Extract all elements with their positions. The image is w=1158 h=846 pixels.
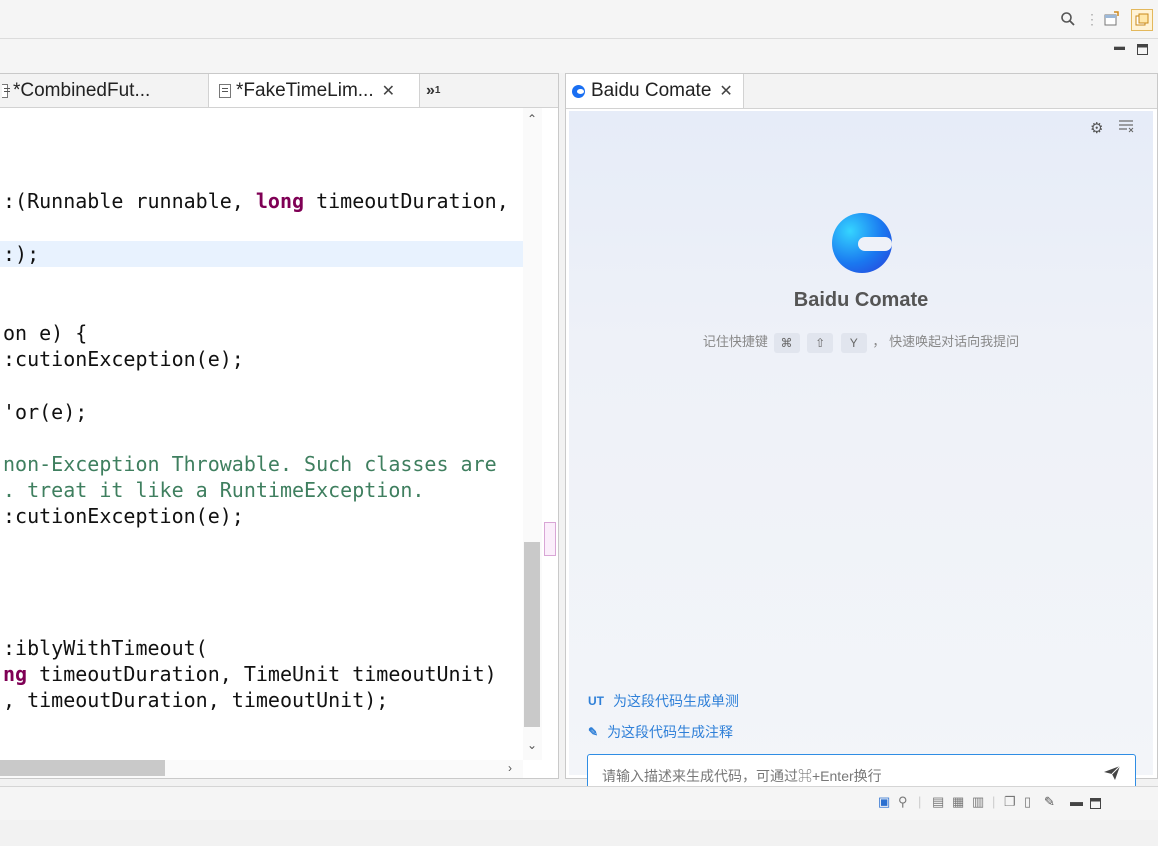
comate-chat-area: ⚙ Baidu Comate 记住快捷键 ⌘ ⇧ Y ， 快速唤起对话向我提问 … bbox=[569, 111, 1153, 796]
code-line: :(Runnable runnable, long timeoutDuratio… bbox=[3, 189, 509, 213]
code-line: :); bbox=[3, 242, 40, 266]
toolbar-separator: ⋮ bbox=[1085, 10, 1099, 27]
main-toolbar: ⋮ bbox=[0, 0, 1158, 39]
tab-overflow-button[interactable]: » 1 bbox=[420, 74, 460, 107]
minimize-icon[interactable]: ▬ bbox=[1114, 41, 1125, 53]
comate-panel: Baidu Comate ✕ ⚙ Baidu Comate 记住快捷键 ⌘ ⇧ … bbox=[565, 73, 1158, 796]
generate-comment-action[interactable]: ✎ 为这段代码生成注释 bbox=[588, 722, 733, 742]
scrollbar-thumb[interactable] bbox=[524, 542, 540, 727]
minimize-icon[interactable]: ▬ bbox=[1070, 794, 1083, 809]
send-icon[interactable] bbox=[1103, 765, 1121, 786]
current-line-highlight bbox=[0, 241, 523, 267]
code-line: on e) { bbox=[3, 321, 88, 345]
code-comment-line: non-Exception Throwable. Such classes ar… bbox=[3, 452, 497, 476]
code-line: ng timeoutDuration, TimeUnit timeoutUnit… bbox=[3, 662, 497, 686]
code-line: :cutionException(e); bbox=[3, 347, 244, 371]
maximize-icon[interactable] bbox=[1137, 44, 1148, 58]
code-line: , timeoutDuration, timeoutUnit); bbox=[3, 688, 389, 712]
shortcut-hint-prefix: 记住快捷键 bbox=[702, 334, 768, 349]
java-file-icon bbox=[2, 83, 10, 98]
git-icon[interactable]: ⚲ bbox=[898, 794, 908, 810]
clear-history-icon[interactable] bbox=[1118, 119, 1134, 137]
scroll-down-icon[interactable]: ⌄ bbox=[527, 738, 537, 752]
comate-logo-icon bbox=[832, 213, 892, 273]
shift-key: ⇧ bbox=[807, 332, 834, 353]
generate-unit-test-action[interactable]: UT 为这段代码生成单测 bbox=[588, 691, 739, 711]
tab-label: Baidu Comate bbox=[591, 80, 712, 101]
horizontal-scrollbar[interactable]: › bbox=[0, 760, 523, 778]
shortcut-hint: 记住快捷键 ⌘ ⇧ Y ， 快速唤起对话向我提问 bbox=[569, 331, 1153, 353]
outline-icon[interactable]: ▥ bbox=[972, 794, 984, 810]
copy-icon[interactable]: ❐ bbox=[1004, 794, 1016, 810]
status-bar bbox=[0, 820, 1158, 846]
code-line: 'or(e); bbox=[3, 400, 88, 424]
java-file-icon bbox=[219, 83, 231, 98]
separator: | bbox=[918, 794, 922, 809]
paste-icon[interactable]: ▯ bbox=[1024, 794, 1031, 810]
search-icon[interactable] bbox=[1058, 9, 1078, 29]
shortcut-hint-suffix: 快速唤起对话向我提问 bbox=[889, 334, 1020, 349]
comate-title: Baidu Comate bbox=[793, 289, 929, 311]
editor-panel: *CombinedFut... *FakeTimeLim... ✕ » 1 :(… bbox=[0, 73, 559, 779]
tab-fake-time-limiter[interactable]: *FakeTimeLim... ✕ bbox=[208, 74, 420, 107]
code-editor[interactable]: :(Runnable runnable, long timeoutDuratio… bbox=[0, 108, 523, 760]
shortcut-hint-sep: ， bbox=[872, 334, 886, 349]
code-comment-line: . treat it like a RuntimeException. bbox=[3, 478, 425, 502]
tab-baidu-comate[interactable]: Baidu Comate ✕ bbox=[566, 74, 744, 108]
separator: | bbox=[992, 794, 996, 809]
comment-icon: ✎ bbox=[588, 725, 599, 739]
overview-ruler-marker[interactable] bbox=[544, 522, 556, 556]
unit-test-icon: UT bbox=[588, 694, 604, 708]
console-icon[interactable]: ▣ bbox=[878, 794, 890, 810]
code-line: :iblyWithTimeout( bbox=[3, 636, 208, 660]
comate-tab-bar: Baidu Comate ✕ bbox=[566, 74, 1157, 109]
code-line: :cutionException(e); bbox=[3, 504, 244, 528]
java-perspective-icon[interactable] bbox=[1131, 9, 1153, 31]
tab-label: *CombinedFut... bbox=[13, 79, 151, 101]
overflow-chevron-icon: » bbox=[426, 81, 435, 99]
tab-label: *FakeTimeLim... bbox=[236, 79, 374, 101]
action-label: 为这段代码生成单测 bbox=[613, 693, 739, 709]
vertical-scrollbar[interactable]: ⌃ ⌄ bbox=[523, 108, 542, 760]
close-icon[interactable]: ✕ bbox=[719, 81, 732, 101]
terminal-icon[interactable]: ▤ bbox=[932, 794, 944, 810]
scroll-up-icon[interactable]: ⌃ bbox=[527, 112, 537, 126]
perspective-bar: ▬ bbox=[0, 39, 1158, 73]
tab-combined-futures[interactable]: *CombinedFut... bbox=[0, 74, 206, 107]
settings-gear-icon[interactable]: ⚙ bbox=[1090, 119, 1103, 137]
problems-icon[interactable]: ▦ bbox=[952, 794, 964, 810]
overflow-count: 1 bbox=[434, 85, 441, 96]
scrollbar-thumb[interactable] bbox=[0, 760, 165, 776]
action-label: 为这段代码生成注释 bbox=[607, 724, 734, 740]
open-perspective-icon[interactable] bbox=[1101, 9, 1121, 29]
comate-logo-icon bbox=[572, 84, 585, 98]
pin-icon[interactable]: ✎ bbox=[1044, 794, 1055, 810]
bottom-toolbar: ▣ ⚲ | ▤ ▦ ▥ | ❐ ▯ ✎ ▬ bbox=[0, 786, 1158, 821]
editor-tab-bar: *CombinedFut... *FakeTimeLim... ✕ » 1 bbox=[0, 74, 558, 108]
maximize-icon[interactable] bbox=[1090, 797, 1101, 812]
y-key: Y bbox=[840, 332, 867, 353]
close-icon[interactable]: ✕ bbox=[382, 81, 395, 101]
command-key: ⌘ bbox=[773, 332, 800, 353]
scroll-right-icon[interactable]: › bbox=[508, 761, 512, 775]
